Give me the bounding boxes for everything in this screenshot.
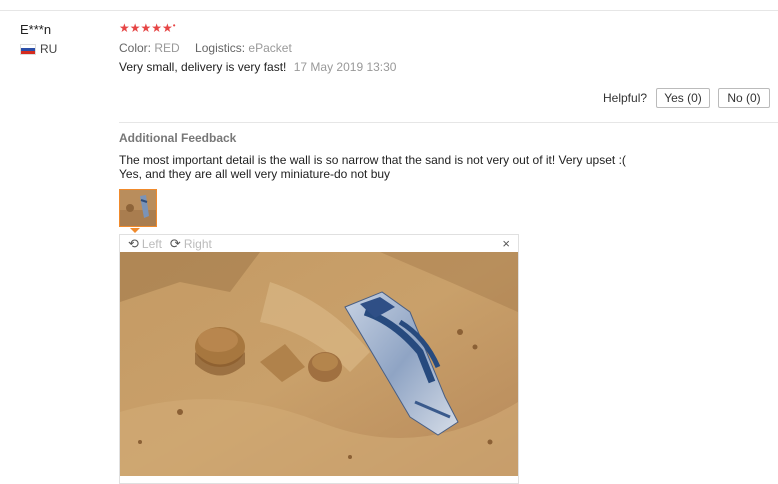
top-divider	[0, 10, 778, 11]
rotate-left-label: Left	[141, 236, 162, 251]
review-text: Very small, delivery is very fast!	[119, 60, 287, 74]
color-value: RED	[154, 41, 180, 55]
country-code: RU	[40, 42, 58, 56]
review-date: 17 May 2019 13:30	[293, 60, 397, 74]
photo-viewer: ⟲ Left ⟳ Right ×	[119, 234, 519, 484]
review-content: Very small, delivery is very fast! 17 Ma…	[119, 60, 396, 74]
reviewer-country: RU	[20, 42, 57, 56]
additional-feedback-title: Additional Feedback	[119, 131, 237, 145]
russia-flag-icon	[20, 43, 36, 55]
additional-feedback-line-1: The most important detail is the wall is…	[119, 153, 626, 167]
photo-thumbnail[interactable]	[119, 189, 157, 227]
rotate-right-button[interactable]: ⟳ Right	[170, 236, 212, 252]
rotate-right-icon: ⟳	[169, 235, 181, 251]
review-attributes: Color: RED Logistics: ePacket	[119, 41, 304, 55]
star-rating: ★★★★★•	[119, 21, 176, 35]
logistics-label: Logistics:	[195, 41, 246, 55]
rotate-right-label: Right	[183, 236, 212, 251]
close-icon[interactable]: ×	[502, 236, 510, 251]
viewer-toolbar: ⟲ Left ⟳ Right	[120, 235, 518, 252]
feedback-divider	[119, 122, 778, 123]
thumbnail-image	[120, 190, 156, 226]
helpful-yes-button[interactable]: Yes (0)	[656, 88, 710, 108]
reviewer-name: E***n	[20, 22, 52, 37]
helpful-no-button[interactable]: No (0)	[718, 88, 770, 108]
logistics-value: ePacket	[248, 41, 292, 55]
rotate-left-icon: ⟲	[128, 235, 139, 251]
thumbnail-pointer	[130, 228, 140, 233]
review-photo	[120, 252, 518, 476]
star-icons: ★★★★★	[119, 21, 173, 35]
rotate-left-button[interactable]: ⟲ Left	[128, 236, 162, 252]
color-label: Color:	[119, 41, 152, 55]
helpful-label: Helpful?	[603, 91, 648, 105]
additional-feedback-line-2: Yes, and they are all well very miniatur…	[119, 167, 391, 181]
